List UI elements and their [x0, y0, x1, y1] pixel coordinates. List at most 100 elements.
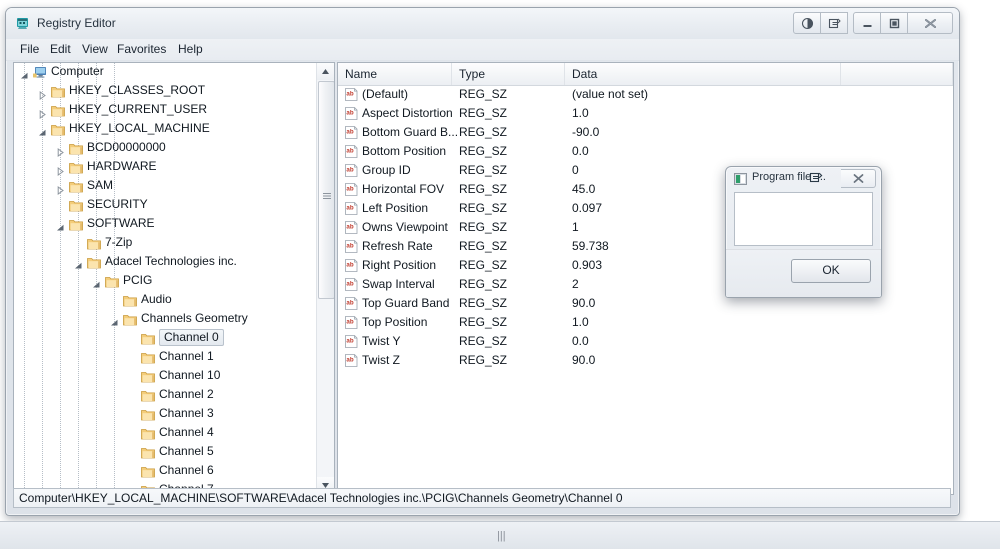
tree-item-channel-0[interactable]: Channel 0: [14, 329, 316, 348]
tree-item-label: Channel 4: [159, 425, 214, 439]
tree-item-hkey-classes-root[interactable]: HKEY_CLASSES_ROOT: [14, 82, 316, 101]
table-row[interactable]: ab Twist Y REG_SZ 0.0: [338, 332, 953, 351]
tree-item-hardware[interactable]: HARDWARE: [14, 158, 316, 177]
collapse-triangle-icon[interactable]: [56, 220, 65, 231]
folder-icon: [141, 370, 155, 383]
tree-item-computer[interactable]: Computer: [14, 63, 316, 82]
dialog-footer: OK: [726, 249, 881, 297]
registry-tree: Computer HKEY_CLASSES_ROOT HKEY_CURRENT_US…: [14, 63, 316, 494]
tree-item-bcd00000000[interactable]: BCD00000000: [14, 139, 316, 158]
svg-text:ab: ab: [346, 109, 353, 116]
string-value-icon: ab: [345, 354, 358, 367]
expand-triangle-icon[interactable]: [56, 163, 65, 176]
svg-text:ab: ab: [346, 318, 353, 325]
tree-item-label: Channel 3: [159, 406, 214, 420]
tree-item-adacel-technologies-inc[interactable]: Adacel Technologies inc.: [14, 253, 316, 272]
value-type-cell: REG_SZ: [459, 163, 508, 177]
tree-item-channel-3[interactable]: Channel 3: [14, 405, 316, 424]
svg-text:ab: ab: [346, 242, 353, 249]
value-data-cell: 1.0: [572, 315, 589, 329]
table-row[interactable]: ab Top Position REG_SZ 1.0: [338, 313, 953, 332]
tree-item-software[interactable]: SOFTWARE: [14, 215, 316, 234]
value-type-cell: REG_SZ: [459, 353, 508, 367]
menu-file[interactable]: File: [16, 42, 43, 57]
value-name-cell: Top Position: [362, 315, 428, 329]
folder-icon: [123, 294, 137, 307]
tree-item-label: HKEY_CURRENT_USER: [69, 102, 208, 116]
expand-triangle-icon[interactable]: [56, 144, 65, 157]
tree-vertical-scrollbar[interactable]: [316, 63, 334, 494]
tree-item-sam[interactable]: SAM: [14, 177, 316, 196]
tree-item-hkey-local-machine[interactable]: HKEY_LOCAL_MACHINE: [14, 120, 316, 139]
dialog-close-button[interactable]: [841, 169, 876, 188]
maximize-button[interactable]: [881, 12, 908, 34]
folder-icon: [69, 161, 83, 174]
column-header-name[interactable]: Name: [338, 63, 452, 85]
svg-text:ab: ab: [346, 337, 353, 344]
menu-edit[interactable]: Edit: [46, 42, 75, 57]
table-row[interactable]: ab Bottom Guard B... REG_SZ -90.0: [338, 123, 953, 142]
window-title: Registry Editor: [37, 16, 116, 30]
dialog-ok-button[interactable]: OK: [791, 259, 871, 283]
value-name-cell: Horizontal FOV: [362, 182, 445, 196]
value-type-cell: REG_SZ: [459, 144, 508, 158]
contrast-toggle-button[interactable]: [793, 12, 821, 34]
menu-favorites[interactable]: Favorites: [113, 42, 170, 57]
collapse-triangle-icon[interactable]: [20, 68, 29, 79]
tree-item-hkey-current-user[interactable]: HKEY_CURRENT_USER: [14, 101, 316, 120]
title-bar[interactable]: Registry Editor: [6, 8, 959, 40]
dialog-title-bar[interactable]: Program files...: [726, 167, 881, 189]
taskbar-grip-icon[interactable]: |||: [497, 530, 506, 542]
column-header-data[interactable]: Data: [565, 63, 841, 85]
menu-view[interactable]: View: [78, 42, 112, 57]
tree-item-label: SAM: [87, 178, 114, 192]
tree-item-7-zip[interactable]: 7-Zip: [14, 234, 316, 253]
tree-item-channel-10[interactable]: Channel 10: [14, 367, 316, 386]
collapse-triangle-icon[interactable]: [74, 258, 83, 269]
column-header-type[interactable]: Type: [452, 63, 565, 85]
registry-tree-pane[interactable]: Computer HKEY_CLASSES_ROOT HKEY_CURRENT_US…: [13, 62, 335, 495]
collapse-triangle-icon[interactable]: [38, 125, 47, 136]
tree-item-label: Channel 1: [159, 349, 214, 363]
scroll-up-button[interactable]: [317, 63, 334, 80]
table-row[interactable]: ab (Default) REG_SZ (value not set): [338, 85, 953, 104]
string-value-icon: ab: [345, 145, 358, 158]
string-value-icon: ab: [345, 278, 358, 291]
tree-item-label: HARDWARE: [87, 159, 157, 173]
tree-item-channels-geometry[interactable]: Channels Geometry: [14, 310, 316, 329]
value-type-cell: REG_SZ: [459, 315, 508, 329]
close-button[interactable]: [908, 12, 953, 34]
menu-help[interactable]: Help: [174, 42, 207, 57]
tree-item-pcig[interactable]: PCIG: [14, 272, 316, 291]
tree-item-label: Audio: [141, 292, 172, 306]
svg-text:ab: ab: [346, 299, 353, 306]
column-header-filler[interactable]: [841, 63, 953, 85]
tree-item-label: 7-Zip: [105, 235, 133, 249]
table-row[interactable]: ab Bottom Position REG_SZ 0.0: [338, 142, 953, 161]
minimize-button[interactable]: [853, 12, 881, 34]
table-row[interactable]: ab Aspect Distortion REG_SZ 1.0: [338, 104, 953, 123]
collapse-triangle-icon[interactable]: [110, 315, 119, 326]
tree-item-channel-5[interactable]: Channel 5: [14, 443, 316, 462]
string-value-icon: ab: [345, 297, 358, 310]
tree-item-channel-1[interactable]: Channel 1: [14, 348, 316, 367]
tree-item-channel-6[interactable]: Channel 6: [14, 462, 316, 481]
dialog-window-snap-icon[interactable]: [806, 169, 826, 186]
tree-item-security[interactable]: SECURITY: [14, 196, 316, 215]
folder-icon: [141, 427, 155, 440]
string-value-icon: ab: [345, 107, 358, 120]
expand-triangle-icon[interactable]: [56, 182, 65, 195]
folder-icon: [51, 123, 65, 136]
tree-item-channel-4[interactable]: Channel 4: [14, 424, 316, 443]
value-data-cell: (value not set): [572, 87, 649, 101]
scrollbar-thumb[interactable]: [318, 81, 334, 299]
value-data-cell: 0.0: [572, 334, 589, 348]
tree-item-channel-2[interactable]: Channel 2: [14, 386, 316, 405]
tree-item-audio[interactable]: Audio: [14, 291, 316, 310]
window-snap-button[interactable]: [821, 12, 848, 34]
table-row[interactable]: ab Twist Z REG_SZ 90.0: [338, 351, 953, 370]
expand-triangle-icon[interactable]: [38, 106, 47, 119]
collapse-triangle-icon[interactable]: [92, 277, 101, 288]
expand-triangle-icon[interactable]: [38, 87, 47, 100]
window-controls: [793, 12, 953, 34]
